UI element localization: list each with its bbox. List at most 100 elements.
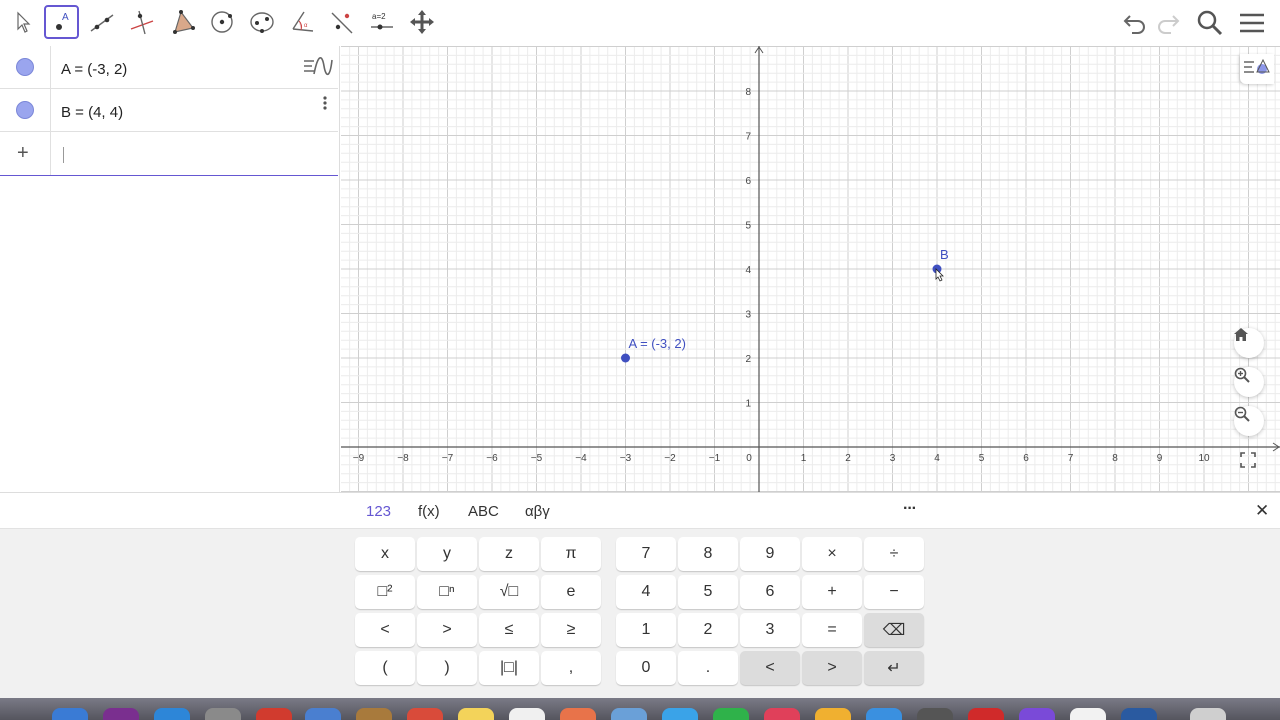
key-num-1-1[interactable]: 5 (678, 575, 738, 609)
add-item-button[interactable]: + (17, 142, 29, 165)
visibility-toggle[interactable] (16, 101, 34, 119)
reflect-tool[interactable] (324, 4, 360, 40)
algebra-input-row[interactable]: + (0, 132, 338, 176)
imovie-icon[interactable] (1019, 708, 1055, 720)
algebra-item-label[interactable]: A = (-3, 2) (61, 61, 127, 78)
key-3-3[interactable]: , (541, 651, 601, 685)
tab-greek[interactable]: αβγ (525, 503, 550, 520)
point-a[interactable] (621, 353, 630, 363)
key-1-3[interactable]: e (541, 575, 601, 609)
x-tick-label: 9 (1157, 453, 1163, 464)
perpendicular-tool[interactable] (124, 4, 160, 40)
key-1-0[interactable]: □² (355, 575, 415, 609)
ellipse-tool[interactable] (244, 4, 280, 40)
coordinate-plane[interactable]: −9 −8 −7 −6 −5 −4 −3 −2 −1 0 1 2 3 4 5 6 7 8 9 10 1 2 3 4 5 6 7 8 A … (341, 46, 1280, 492)
line-tool[interactable] (84, 4, 120, 40)
mail-icon[interactable] (305, 708, 341, 720)
siri-icon[interactable] (103, 708, 139, 720)
search-icon[interactable] (1196, 9, 1224, 37)
angle-tool[interactable]: α (284, 4, 320, 40)
notes-icon[interactable] (458, 708, 494, 720)
close-keyboard-button[interactable]: ✕ (1255, 501, 1269, 521)
key-num-1-2[interactable]: 6 (740, 575, 800, 609)
dashboard-icon[interactable] (917, 708, 953, 720)
move-graphics-tool[interactable] (404, 4, 440, 40)
appstore-icon[interactable] (662, 708, 698, 720)
finder-icon[interactable] (52, 708, 88, 720)
algebra-item-b[interactable]: B = (4, 4) (0, 89, 338, 132)
key-num-3-0[interactable]: 0 (616, 651, 676, 685)
trash-icon[interactable] (1190, 708, 1226, 720)
key-num-3-1[interactable]: . (678, 651, 738, 685)
key-3-0[interactable]: ( (355, 651, 415, 685)
more-keys-button[interactable]: ··· (903, 500, 917, 518)
menu-icon[interactable] (1238, 9, 1266, 37)
more-options-icon[interactable] (322, 96, 328, 112)
notes-book-icon[interactable] (356, 708, 392, 720)
key-num-0-0[interactable]: 7 (616, 537, 676, 571)
reminders-icon[interactable] (509, 708, 545, 720)
key-2-2[interactable]: ≤ (479, 613, 539, 647)
visibility-toggle[interactable] (16, 58, 34, 76)
key-0-3[interactable]: π (541, 537, 601, 571)
graphics-view[interactable]: −9 −8 −7 −6 −5 −4 −3 −2 −1 0 1 2 3 4 5 6 7 8 9 10 1 2 3 4 5 6 7 8 A … (341, 46, 1280, 492)
key-3-2[interactable]: |□| (479, 651, 539, 685)
key-num-3-3[interactable]: > (802, 651, 862, 685)
circle-tool[interactable] (204, 4, 240, 40)
key-3-1[interactable]: ) (417, 651, 477, 685)
system-preferences-icon[interactable] (205, 708, 241, 720)
algebra-item-a[interactable]: A = (-3, 2) (0, 46, 338, 89)
algebra-item-label[interactable]: B = (4, 4) (61, 104, 123, 121)
ibooks-icon[interactable] (815, 708, 851, 720)
tab-abc[interactable]: ABC (468, 503, 499, 520)
key-num-3-4[interactable]: ↵ (864, 651, 924, 685)
key-num-0-1[interactable]: 8 (678, 537, 738, 571)
x-tick-label: −4 (575, 453, 587, 464)
key-num-2-0[interactable]: 1 (616, 613, 676, 647)
app-icon[interactable] (866, 708, 902, 720)
redo-icon[interactable] (1154, 9, 1182, 37)
zoom-out-icon[interactable] (1234, 406, 1264, 436)
algebra-settings-icon[interactable] (302, 56, 334, 80)
key-num-2-3[interactable]: = (802, 613, 862, 647)
home-icon[interactable] (1234, 328, 1264, 358)
key-2-0[interactable]: < (355, 613, 415, 647)
move-tool[interactable] (4, 4, 40, 40)
downloads-icon[interactable] (1121, 708, 1157, 720)
key-num-1-3[interactable]: + (802, 575, 862, 609)
key-num-2-2[interactable]: 3 (740, 613, 800, 647)
graphics-style-icon[interactable] (1240, 54, 1274, 84)
geogebra-icon[interactable] (1070, 708, 1106, 720)
key-1-2[interactable]: √□ (479, 575, 539, 609)
key-num-2-4[interactable]: ⌫ (864, 613, 924, 647)
key-2-1[interactable]: > (417, 613, 477, 647)
point-tool[interactable]: A (44, 5, 79, 39)
photos-icon[interactable] (560, 708, 596, 720)
chrome-icon[interactable] (256, 708, 292, 720)
key-num-0-4[interactable]: ÷ (864, 537, 924, 571)
key-num-1-4[interactable]: − (864, 575, 924, 609)
itunes-icon[interactable] (764, 708, 800, 720)
facetime-icon[interactable] (713, 708, 749, 720)
maps-icon[interactable] (611, 708, 647, 720)
acrobat-icon[interactable] (968, 708, 1004, 720)
key-num-0-3[interactable]: × (802, 537, 862, 571)
slider-tool[interactable]: a=2 (364, 4, 400, 40)
safari-icon[interactable] (154, 708, 190, 720)
tab-functions[interactable]: f(x) (418, 503, 440, 520)
key-0-1[interactable]: y (417, 537, 477, 571)
fullscreen-icon[interactable] (1240, 452, 1258, 470)
zoom-in-icon[interactable] (1234, 367, 1264, 397)
undo-icon[interactable] (1121, 9, 1149, 37)
key-0-0[interactable]: x (355, 537, 415, 571)
calendar-icon[interactable] (407, 708, 443, 720)
key-2-3[interactable]: ≥ (541, 613, 601, 647)
polygon-tool[interactable] (164, 4, 200, 40)
key-num-0-2[interactable]: 9 (740, 537, 800, 571)
key-1-1[interactable]: □ⁿ (417, 575, 477, 609)
key-num-2-1[interactable]: 2 (678, 613, 738, 647)
tab-123[interactable]: 123 (366, 503, 391, 520)
key-num-3-2[interactable]: < (740, 651, 800, 685)
key-num-1-0[interactable]: 4 (616, 575, 676, 609)
key-0-2[interactable]: z (479, 537, 539, 571)
